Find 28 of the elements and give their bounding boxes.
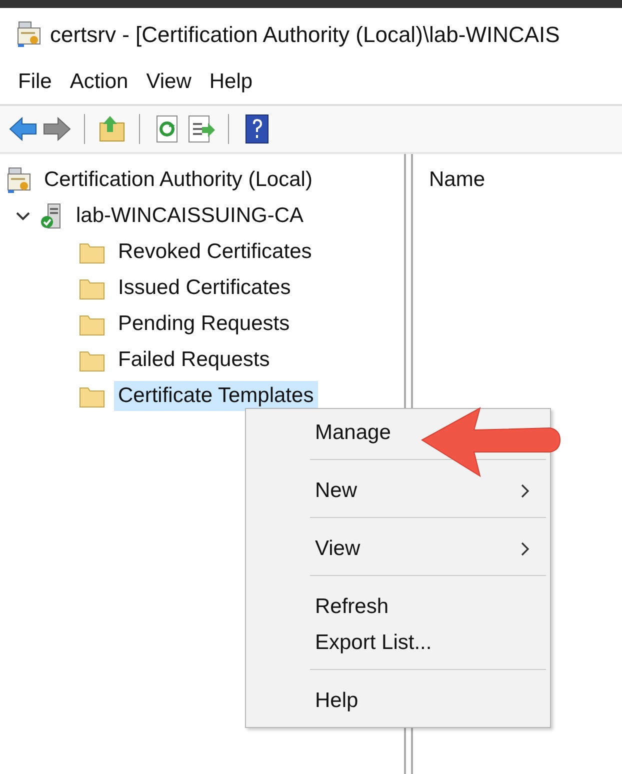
menu-item[interactable]: Help bbox=[246, 683, 362, 719]
certificate-icon bbox=[6, 166, 32, 194]
menu-item[interactable]: Action bbox=[68, 66, 144, 98]
submenu-chevron-icon bbox=[520, 542, 530, 556]
menu-item[interactable]: View bbox=[246, 531, 550, 567]
tree-item[interactable]: Certification Authority (Local) bbox=[40, 165, 316, 195]
back-icon[interactable] bbox=[8, 114, 38, 144]
folder-up-icon[interactable] bbox=[97, 114, 127, 144]
tree-item[interactable]: Pending Requests bbox=[114, 309, 294, 339]
window-title: certsrv - [Certification Authority (Local)\lab-WINCAIS bbox=[50, 20, 560, 49]
submenu-chevron-icon bbox=[520, 484, 530, 498]
menu-item[interactable]: Export List... bbox=[246, 625, 436, 661]
menu-item[interactable]: Help bbox=[207, 66, 269, 98]
tree-item[interactable]: Certificate Templates bbox=[114, 381, 318, 411]
menu-item[interactable]: Refresh bbox=[246, 589, 393, 625]
menu-item[interactable]: File bbox=[16, 66, 68, 98]
menu-item[interactable]: View bbox=[144, 66, 208, 98]
menu-item[interactable]: New bbox=[246, 473, 550, 509]
tree-item[interactable]: Revoked Certificates bbox=[114, 237, 316, 267]
certificate-icon bbox=[16, 20, 42, 48]
expanded-caret-icon[interactable] bbox=[16, 211, 30, 221]
tree-item[interactable]: lab-WINCAISSUING-CA bbox=[72, 201, 308, 231]
tree-item[interactable]: Issued Certificates bbox=[114, 273, 295, 303]
tree-item[interactable]: Failed Requests bbox=[114, 345, 274, 375]
forward-icon[interactable] bbox=[42, 114, 72, 144]
column-header[interactable]: Name bbox=[429, 168, 486, 191]
export-list-icon[interactable] bbox=[186, 114, 216, 144]
menu-item[interactable]: Manage bbox=[246, 415, 395, 451]
